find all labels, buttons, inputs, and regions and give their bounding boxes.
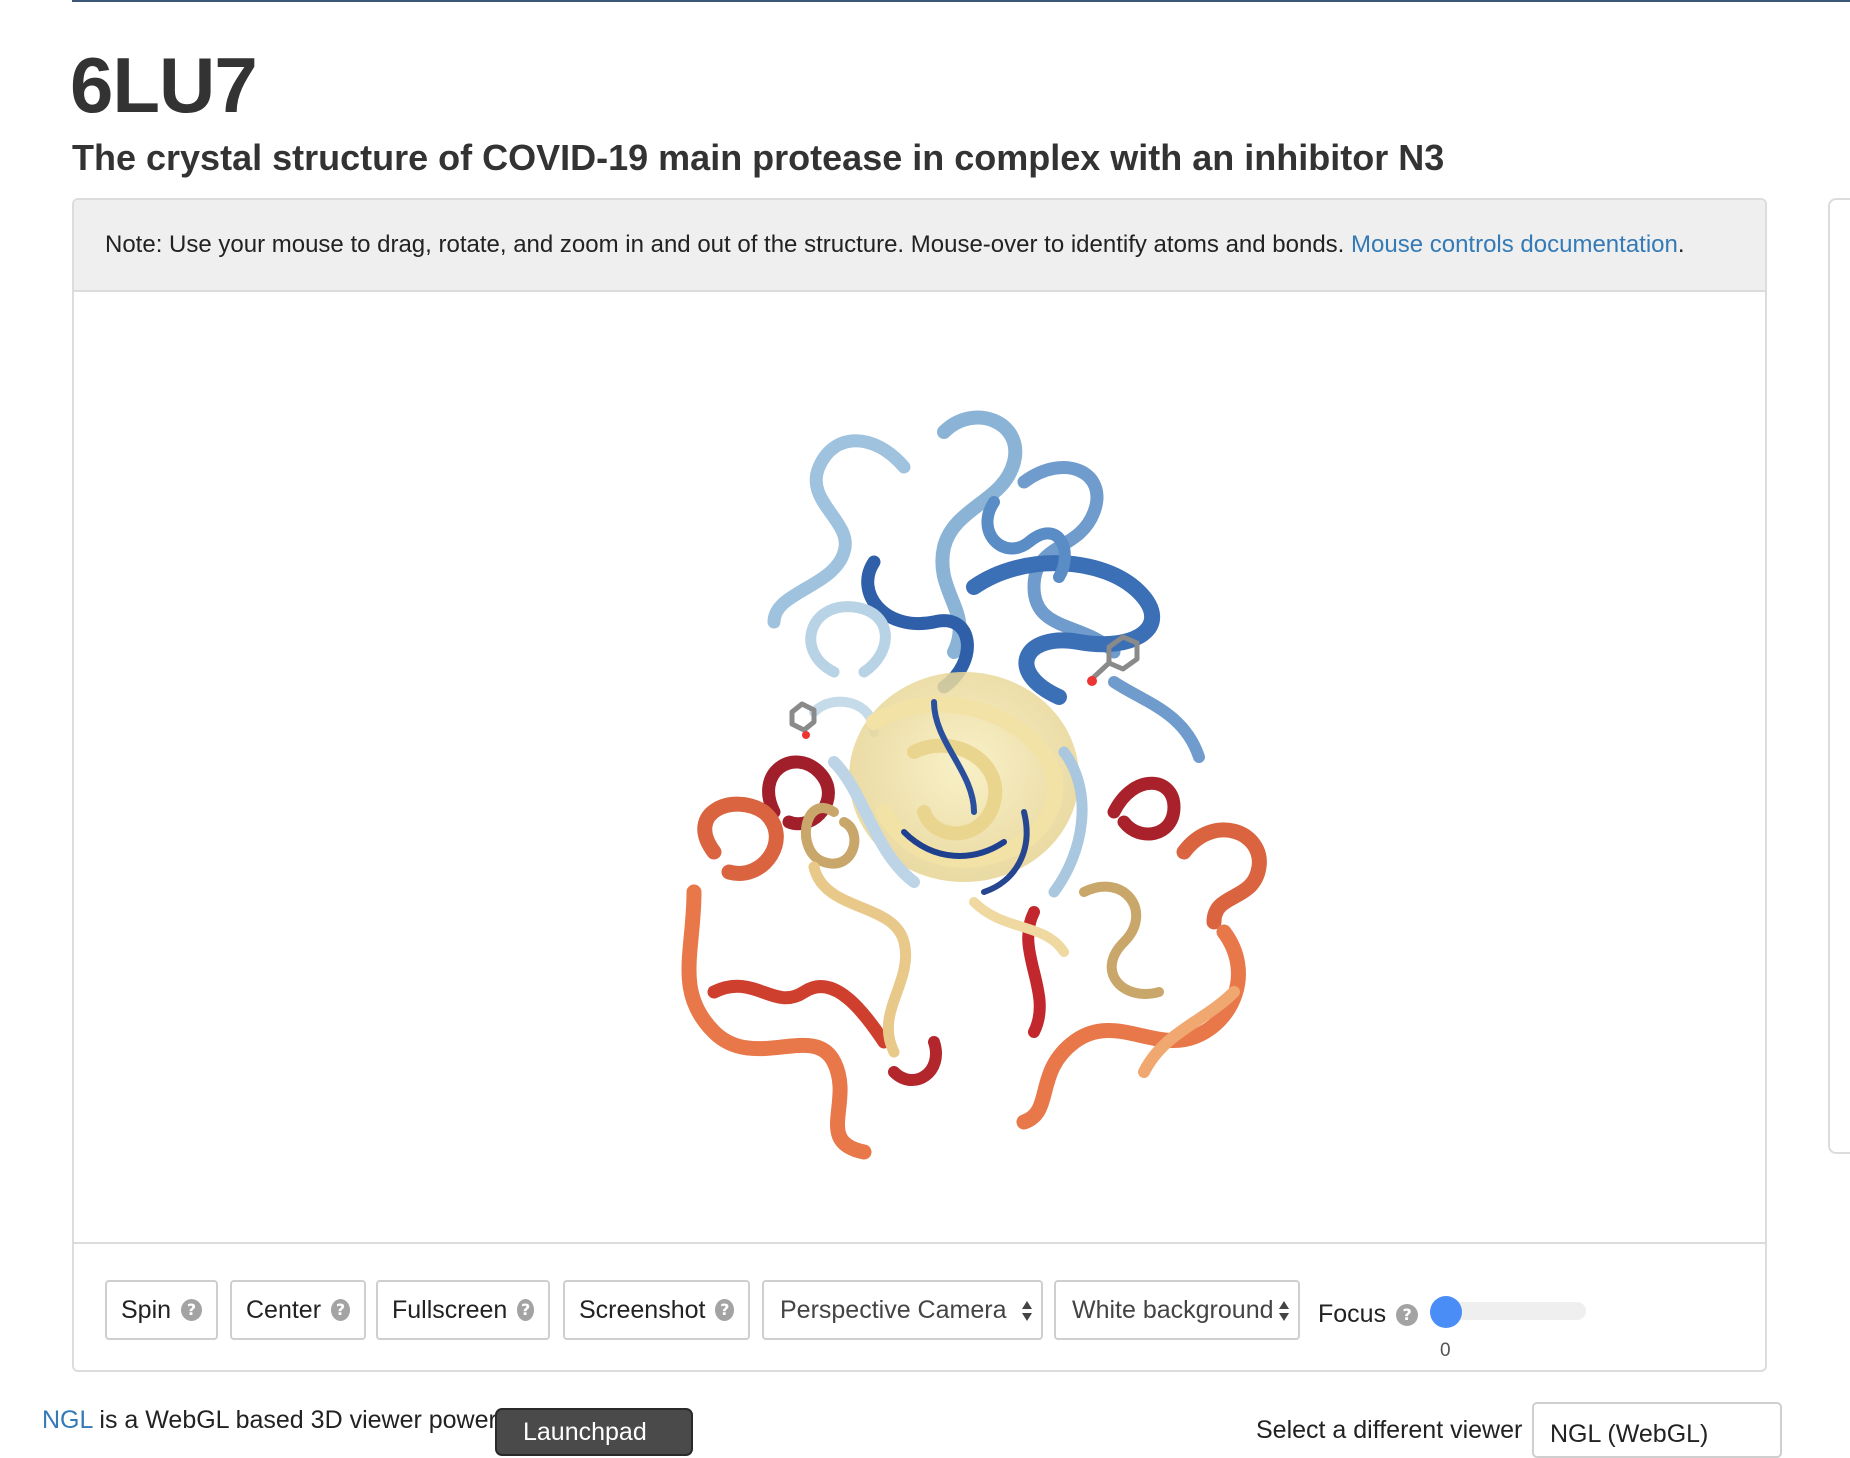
top-border [72, 0, 1850, 2]
select-arrows-icon [1022, 1301, 1032, 1321]
focus-label-text: Focus [1318, 1300, 1387, 1328]
background-select[interactable]: White background [1054, 1280, 1300, 1340]
viewer-select[interactable]: NGL (WebGL) [1532, 1402, 1782, 1458]
select-arrows-icon [1279, 1301, 1289, 1321]
viewer-panel: Note: Use your mouse to drag, rotate, an… [72, 198, 1767, 1372]
focus-value: 0 [1440, 1340, 1451, 1361]
focus-slider-thumb[interactable] [1430, 1296, 1462, 1328]
fullscreen-button[interactable]: Fullscreen ? [376, 1280, 550, 1340]
camera-select-value: Perspective Camera [780, 1295, 1007, 1324]
background-select-value: White background [1072, 1295, 1274, 1324]
viewer-controls: Spin ? Center ? Fullscreen ? Screenshot … [74, 1242, 1765, 1370]
help-icon[interactable]: ? [331, 1299, 350, 1321]
help-icon[interactable]: ? [715, 1299, 734, 1321]
viewer-select-value: NGL (WebGL) [1550, 1420, 1709, 1448]
launchpad-button[interactable]: Launchpad [495, 1408, 693, 1456]
structure-title: The crystal structure of COVID-19 main p… [72, 137, 1445, 178]
footer-text: NGL is a WebGL based 3D viewer powered [42, 1406, 525, 1435]
note-bar: Note: Use your mouse to drag, rotate, an… [74, 200, 1765, 292]
ngl-link[interactable]: NGL [42, 1406, 92, 1434]
viewer-select-label: Select a different viewer [1256, 1416, 1523, 1444]
molecule-viewer-canvas[interactable] [74, 292, 1765, 1242]
fullscreen-label: Fullscreen [392, 1295, 508, 1324]
spin-button[interactable]: Spin ? [105, 1280, 218, 1340]
mouse-controls-link[interactable]: Mouse controls documentation [1351, 231, 1678, 258]
protein-ribbon-render [681, 410, 1267, 1160]
side-panel-edge [1828, 198, 1850, 1154]
help-icon[interactable]: ? [517, 1299, 534, 1321]
footer-description: is a WebGL based 3D viewer powered [92, 1406, 525, 1434]
center-button[interactable]: Center ? [230, 1280, 366, 1340]
screenshot-label: Screenshot [579, 1295, 706, 1324]
note-text: Note: Use your mouse to drag, rotate, an… [105, 231, 1352, 258]
page-title: 6LU7 [70, 41, 258, 129]
camera-select[interactable]: Perspective Camera [762, 1280, 1043, 1340]
center-label: Center [246, 1295, 322, 1324]
focus-label: Focus ? [1318, 1300, 1419, 1329]
help-icon[interactable]: ? [1396, 1303, 1419, 1326]
spin-label: Spin [121, 1295, 172, 1324]
screenshot-button[interactable]: Screenshot ? [563, 1280, 750, 1340]
help-icon[interactable]: ? [181, 1299, 202, 1321]
note-suffix: . [1677, 231, 1685, 258]
